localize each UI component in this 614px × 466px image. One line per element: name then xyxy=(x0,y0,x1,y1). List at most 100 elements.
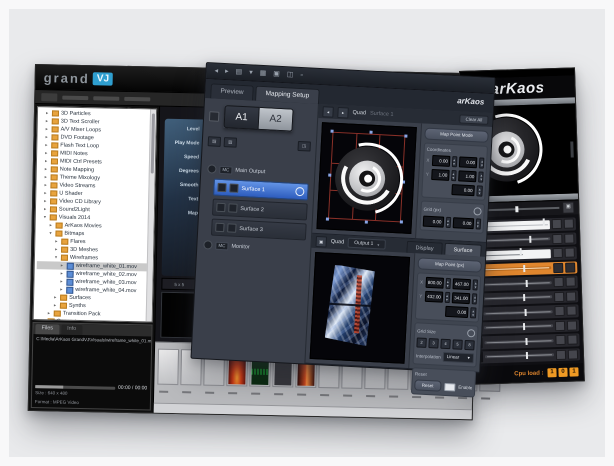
spinner[interactable] xyxy=(445,278,451,289)
expander-icon[interactable] xyxy=(46,109,51,117)
channel-fader[interactable] xyxy=(483,281,552,286)
channel-button[interactable] xyxy=(566,306,576,316)
channel-button[interactable] xyxy=(565,248,575,258)
spinner[interactable] xyxy=(451,170,457,181)
quad-mode-button[interactable]: ▣ xyxy=(315,235,327,247)
expander-icon[interactable] xyxy=(44,189,49,197)
output-dropdown[interactable]: Output 1 ▾ xyxy=(348,238,386,250)
expander-icon[interactable] xyxy=(46,117,51,125)
channel-fader[interactable] xyxy=(482,249,551,260)
toolbar-icon[interactable]: ▦ xyxy=(259,66,266,81)
channel-button[interactable] xyxy=(554,277,564,287)
grid-size-button[interactable]: 3 xyxy=(428,338,439,349)
spinner[interactable] xyxy=(472,293,478,304)
output-radio-icon[interactable] xyxy=(203,240,212,249)
size-x2-field[interactable]: 467.00 xyxy=(452,278,471,290)
channel-button[interactable] xyxy=(554,306,564,316)
lock-icon[interactable] xyxy=(228,203,237,212)
expander-icon[interactable] xyxy=(46,125,51,133)
channel-button[interactable] xyxy=(567,335,577,345)
channel-button[interactable] xyxy=(552,234,562,244)
channel-fader[interactable] xyxy=(482,266,551,271)
channel-fader[interactable] xyxy=(484,324,553,329)
enable-toggle[interactable] xyxy=(444,382,456,391)
expander-icon[interactable] xyxy=(49,229,54,237)
channel-fader[interactable] xyxy=(484,339,553,344)
lock-icon[interactable] xyxy=(229,183,238,192)
channel-button[interactable] xyxy=(555,321,565,331)
expander-icon[interactable] xyxy=(61,262,66,270)
surface-list-row[interactable]: MC Main Output xyxy=(206,162,310,180)
channel-button[interactable] xyxy=(566,291,576,301)
channel-button[interactable] xyxy=(568,349,578,359)
point-mode-button[interactable]: Map Point Mode xyxy=(424,128,489,143)
surface-options-button[interactable]: ◳ xyxy=(297,141,311,152)
channel-button[interactable] xyxy=(555,335,565,345)
expander-icon[interactable] xyxy=(44,181,49,189)
grid-size-button[interactable]: 8 xyxy=(464,340,475,351)
visibility-icon[interactable] xyxy=(217,183,226,192)
coord-x1-field[interactable]: 0.00 xyxy=(432,155,451,167)
spinner[interactable] xyxy=(479,157,485,168)
spinner[interactable] xyxy=(445,217,451,228)
expander-icon[interactable] xyxy=(61,270,66,278)
size-z-field[interactable]: 0.00 xyxy=(445,306,469,318)
expander-icon[interactable] xyxy=(45,149,50,157)
grid-y-field[interactable]: 0.00 xyxy=(453,217,474,229)
expander-icon[interactable] xyxy=(45,165,50,173)
channel-button[interactable] xyxy=(553,248,563,258)
screen-a2-button[interactable]: A2 xyxy=(259,107,294,132)
size-y1-field[interactable]: 432.00 xyxy=(424,291,443,303)
channel-button[interactable] xyxy=(564,219,574,229)
expander-icon[interactable] xyxy=(45,173,50,181)
channel-button[interactable] xyxy=(564,233,574,243)
surface-list-row[interactable]: Surface 1 xyxy=(213,179,309,201)
reset-button[interactable]: Reset xyxy=(414,379,441,391)
size-y2-field[interactable]: 341.00 xyxy=(452,292,471,304)
channel-fader[interactable] xyxy=(481,220,550,231)
spinner[interactable] xyxy=(445,292,451,303)
channel-button[interactable] xyxy=(565,262,575,272)
channel-button[interactable] xyxy=(566,277,576,287)
prev-surface-button[interactable]: ◂ xyxy=(322,106,334,118)
preview-scrollbar[interactable] xyxy=(570,141,574,157)
toolbar-tab[interactable] xyxy=(124,96,150,101)
expander-icon[interactable] xyxy=(60,286,65,294)
toolbar-button[interactable] xyxy=(41,93,57,101)
expander-icon[interactable] xyxy=(55,253,60,261)
crossfader-mode-button[interactable]: ▣ xyxy=(562,201,574,213)
channel-fader[interactable] xyxy=(485,353,554,358)
toolbar-icon[interactable]: ▸ xyxy=(225,64,229,79)
mixer-channel-row[interactable]: ▸ xyxy=(470,304,578,320)
coord-z-field[interactable]: 0.00 xyxy=(451,184,475,196)
expander-icon[interactable] xyxy=(48,309,53,317)
output-radio-icon[interactable] xyxy=(207,164,216,173)
expander-icon[interactable] xyxy=(54,293,59,301)
coord-x2-field[interactable]: 0.00 xyxy=(459,156,478,168)
toolbar-icon[interactable]: ◂ xyxy=(214,63,218,78)
surface-list-row[interactable]: Surface 3 xyxy=(211,219,307,241)
lock-icon[interactable] xyxy=(227,223,236,232)
warp-canvas[interactable] xyxy=(316,122,416,234)
tab-info[interactable]: Info xyxy=(61,325,82,335)
remove-surface-button[interactable]: ▥ xyxy=(224,137,238,148)
expander-icon[interactable] xyxy=(60,278,65,286)
mixer-channel-row[interactable]: ▸ xyxy=(472,348,580,364)
channel-button[interactable] xyxy=(554,292,564,302)
coord-y2-field[interactable]: 1.00 xyxy=(458,170,477,182)
expander-icon[interactable] xyxy=(44,205,49,213)
expander-icon[interactable] xyxy=(45,133,50,141)
expander-icon[interactable] xyxy=(45,157,50,165)
add-surface-button[interactable]: ▤ xyxy=(208,136,222,147)
media-browser-tree[interactable]: 3D Particles 3D Text Scroller A/V Mixe xyxy=(33,106,157,322)
channel-fader[interactable] xyxy=(484,310,553,315)
spinner[interactable] xyxy=(475,218,481,229)
mixer-channel-row[interactable]: ▸ xyxy=(470,275,578,291)
next-surface-button[interactable]: ▸ xyxy=(337,106,349,118)
spinner[interactable] xyxy=(470,307,477,318)
spinner[interactable] xyxy=(472,279,478,290)
expander-icon[interactable] xyxy=(55,237,60,245)
toolbar-icon[interactable]: ▣ xyxy=(273,67,280,82)
grid-size-button[interactable]: 4 xyxy=(440,339,451,350)
mixer-channel-row[interactable]: ▸ xyxy=(471,319,579,335)
